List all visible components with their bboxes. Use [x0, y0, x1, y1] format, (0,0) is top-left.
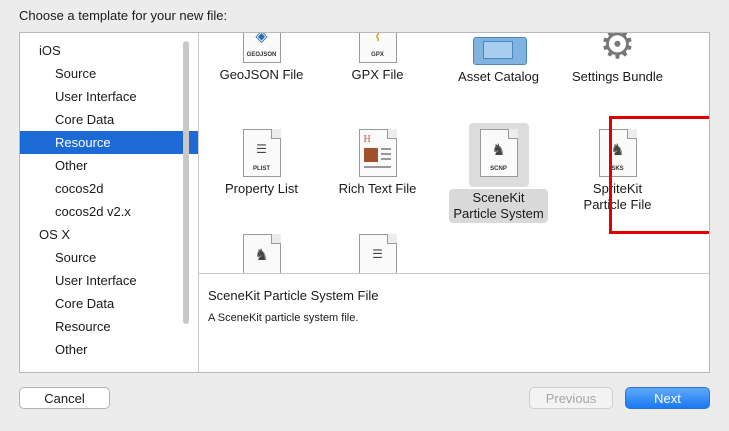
- cancel-button[interactable]: Cancel: [19, 387, 110, 409]
- folder-icon: [472, 33, 527, 65]
- template-label: GeoJSON File: [219, 67, 304, 82]
- template-settings-bundle[interactable]: ⚙ Settings Bundle: [555, 33, 680, 85]
- template-asset-catalog[interactable]: Asset Catalog: [436, 33, 561, 85]
- sidebar-item-ios-cocos2d[interactable]: cocos2d: [20, 177, 198, 200]
- template-geojson[interactable]: ◈ GEOJSON GeoJSON File: [199, 33, 324, 83]
- template-grid: ◈ GEOJSON GeoJSON File ⌇ GPX GPX File As…: [199, 33, 709, 273]
- template-partial-1[interactable]: ♞: [199, 234, 324, 273]
- template-label: SceneKit Particle System: [449, 189, 548, 223]
- sidebar-item-osx-user-interface[interactable]: User Interface: [20, 269, 198, 292]
- gpx-file-icon: ⌇ GPX: [358, 33, 397, 63]
- template-gpx[interactable]: ⌇ GPX GPX File: [315, 33, 440, 83]
- text-document-icon: ☰: [358, 234, 397, 273]
- template-property-list[interactable]: ☰ PLIST Property List: [199, 129, 324, 197]
- description-title: SceneKit Particle System File: [208, 288, 379, 303]
- template-label: Settings Bundle: [571, 69, 664, 84]
- sidebar-item-ios-core-data[interactable]: Core Data: [20, 108, 198, 131]
- plist-file-icon: ☰ PLIST: [242, 129, 281, 177]
- sidebar-scrollbar[interactable]: [183, 41, 189, 324]
- sidebar-item-ios-cocos2d-v2[interactable]: cocos2d v2.x: [20, 200, 198, 223]
- sidebar-item-osx-source[interactable]: Source: [20, 246, 198, 269]
- category-sidebar: iOS Source User Interface Core Data Reso…: [20, 33, 198, 372]
- rtf-document-icon: H: [358, 129, 397, 177]
- template-chooser-panel: iOS Source User Interface Core Data Reso…: [19, 32, 710, 373]
- description-text: A SceneKit particle system file.: [208, 312, 359, 324]
- particle-file-icon: ♞: [242, 234, 281, 273]
- template-label: GPX File: [351, 67, 404, 82]
- template-label: Rich Text File: [338, 181, 417, 196]
- sidebar-item-ios-user-interface[interactable]: User Interface: [20, 85, 198, 108]
- sidebar-item-osx-core-data[interactable]: Core Data: [20, 292, 198, 315]
- template-scenekit-particle-system[interactable]: ♞ SCNP SceneKit Particle System: [436, 123, 561, 223]
- sidebar-item-ios-source[interactable]: Source: [20, 62, 198, 85]
- sidebar-group-ios[interactable]: iOS: [20, 39, 198, 62]
- description-pane: SceneKit Particle System File A SceneKit…: [199, 274, 709, 372]
- previous-button[interactable]: Previous: [529, 387, 613, 409]
- dialog-heading: Choose a template for your new file:: [19, 8, 228, 23]
- highlight-annotation-box: [609, 116, 709, 234]
- template-label: Property List: [225, 181, 298, 196]
- sidebar-item-ios-resource[interactable]: Resource: [20, 131, 198, 154]
- template-label: Asset Catalog: [458, 69, 539, 84]
- sidebar-item-ios-other[interactable]: Other: [20, 154, 198, 177]
- sidebar-group-osx[interactable]: OS X: [20, 223, 198, 246]
- sidebar-item-osx-other[interactable]: Other: [20, 338, 198, 361]
- geojson-file-icon: ◈ GEOJSON: [242, 33, 281, 63]
- gear-icon: ⚙: [599, 33, 636, 67]
- scnp-file-icon: ♞ SCNP: [479, 129, 518, 177]
- sidebar-item-osx-resource[interactable]: Resource: [20, 315, 198, 338]
- template-partial-2[interactable]: ☰: [315, 234, 440, 273]
- template-rich-text-file[interactable]: H Rich Text File: [315, 129, 440, 197]
- next-button[interactable]: Next: [625, 387, 710, 409]
